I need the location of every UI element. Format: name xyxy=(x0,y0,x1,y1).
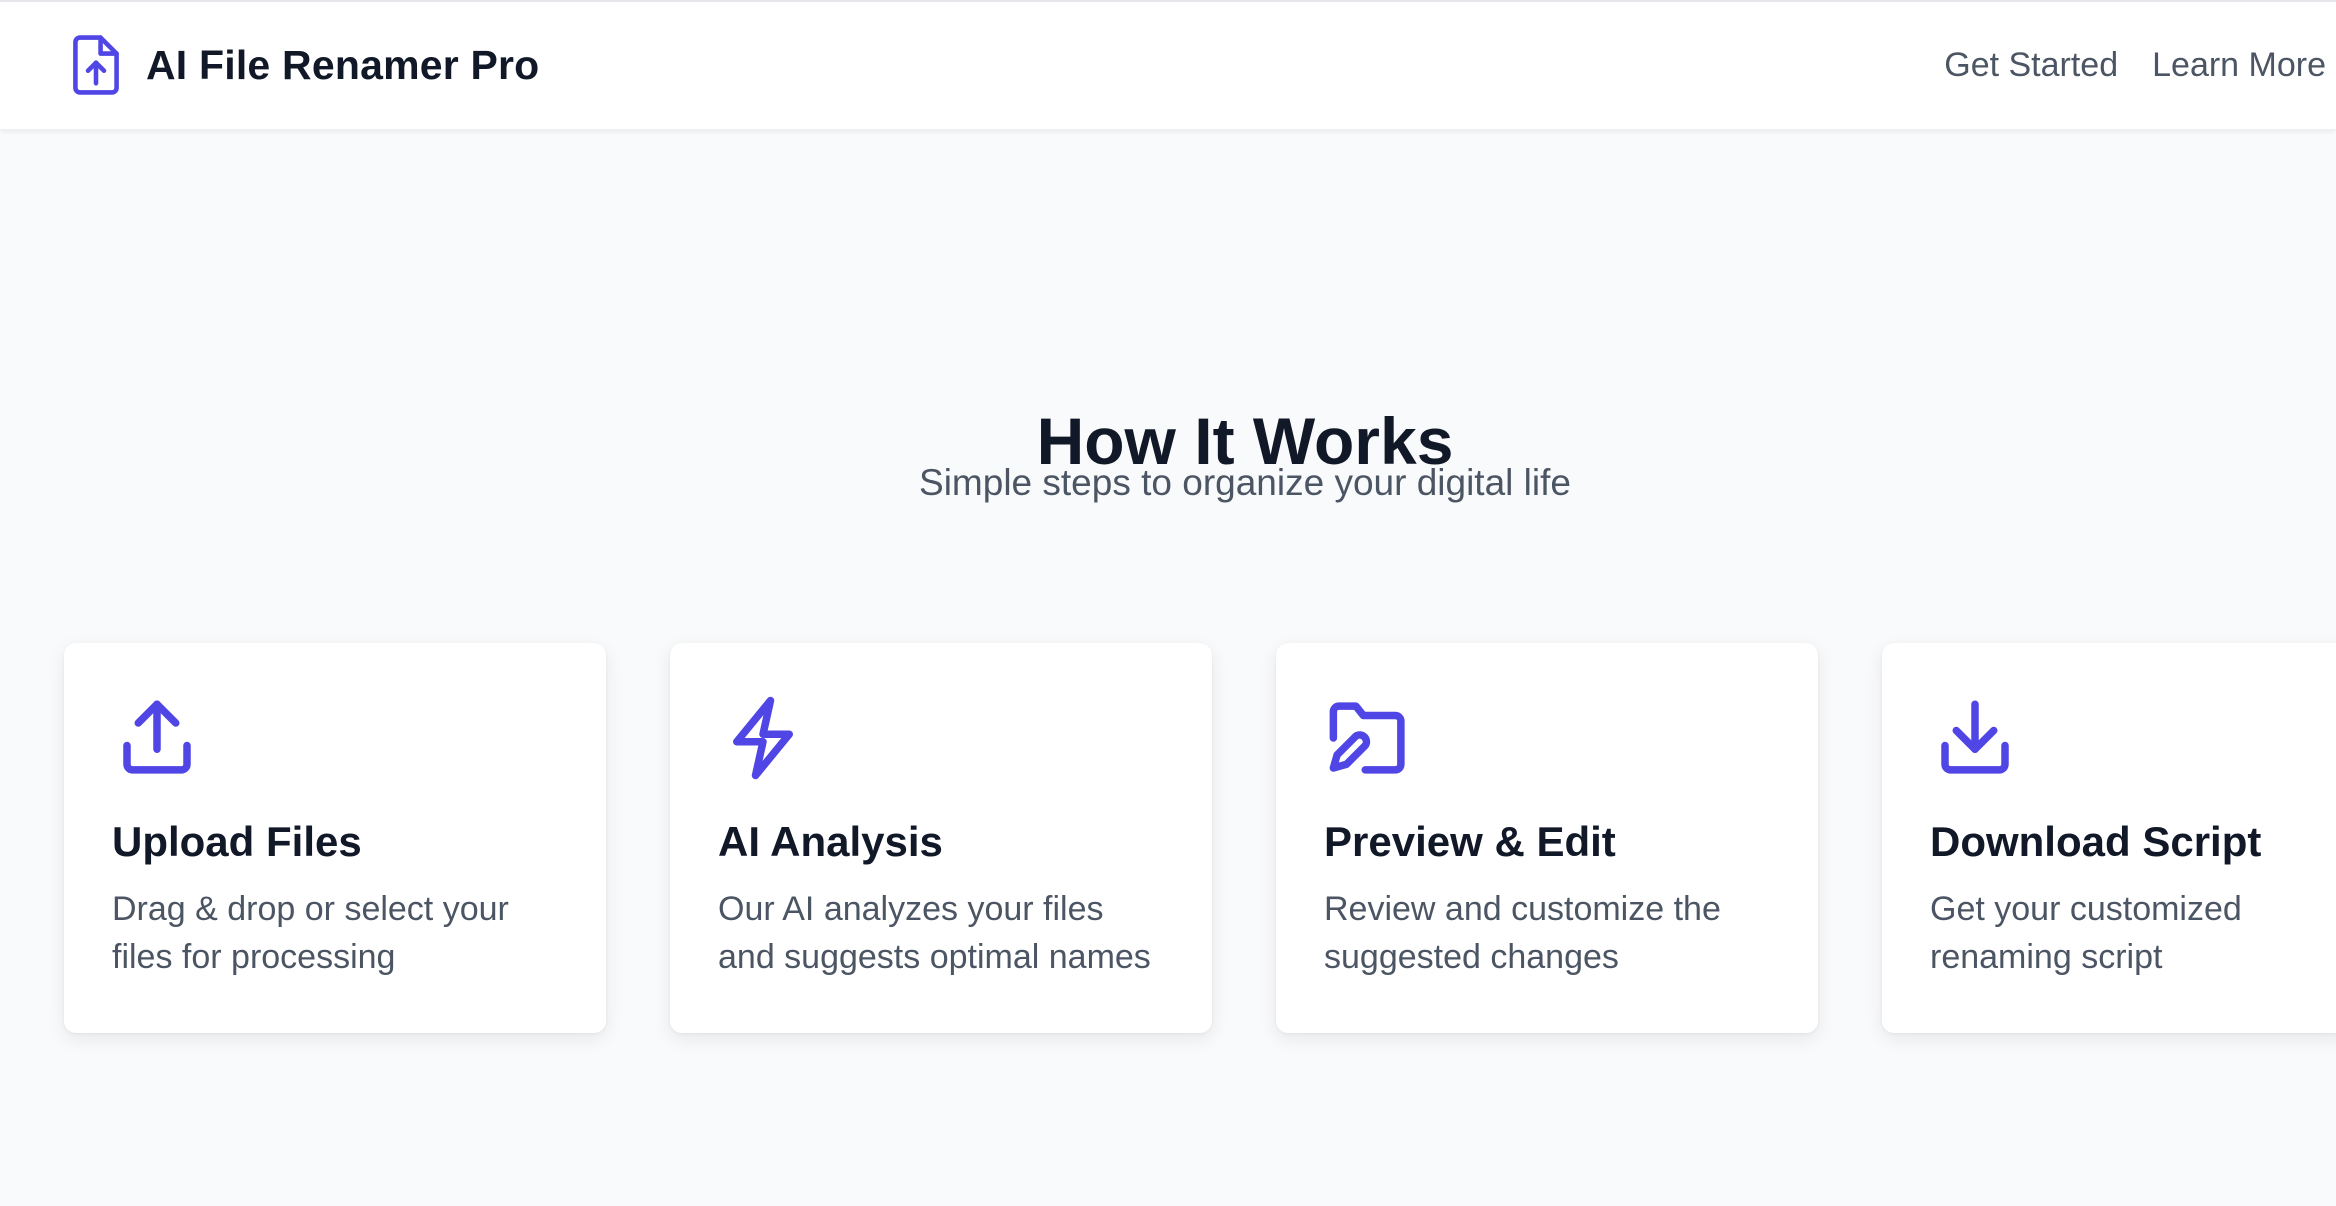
lightning-bolt-icon xyxy=(718,693,808,783)
step-card-download-script: Download Script Get your customized rena… xyxy=(1882,643,2336,1033)
download-icon xyxy=(1930,693,2020,783)
brand-name: AI File Renamer Pro xyxy=(146,41,540,88)
step-card-preview-edit: Preview & Edit Review and customize the … xyxy=(1276,643,1818,1033)
nav-links: Get Started Learn More xyxy=(1944,46,2326,85)
folder-edit-icon xyxy=(1324,693,1414,783)
step-title: AI Analysis xyxy=(718,818,943,865)
step-description: Our AI analyzes your files and suggests … xyxy=(718,890,1151,977)
step-title: Download Script xyxy=(1930,818,2262,865)
step-title: Upload Files xyxy=(112,818,362,865)
section-subtitle: Simple steps to organize your digital li… xyxy=(919,462,1571,503)
upload-icon xyxy=(112,693,202,783)
step-card-upload: Upload Files Drag & drop or select your … xyxy=(64,643,606,1033)
step-description: Review and customize the suggested chang… xyxy=(1324,890,1721,977)
step-title: Preview & Edit xyxy=(1324,818,1616,865)
nav-learn-more-link[interactable]: Learn More xyxy=(2152,46,2326,85)
brand[interactable]: AI File Renamer Pro xyxy=(68,32,539,98)
nav-get-started-link[interactable]: Get Started xyxy=(1944,46,2118,85)
navbar: AI File Renamer Pro Get Started Learn Mo… xyxy=(0,2,2336,130)
step-description: Get your customized renaming script xyxy=(1930,890,2242,977)
step-description: Drag & drop or select your files for pro… xyxy=(112,890,509,977)
file-upload-icon xyxy=(68,33,124,97)
step-card-ai-analysis: AI Analysis Our AI analyzes your files a… xyxy=(670,643,1212,1033)
